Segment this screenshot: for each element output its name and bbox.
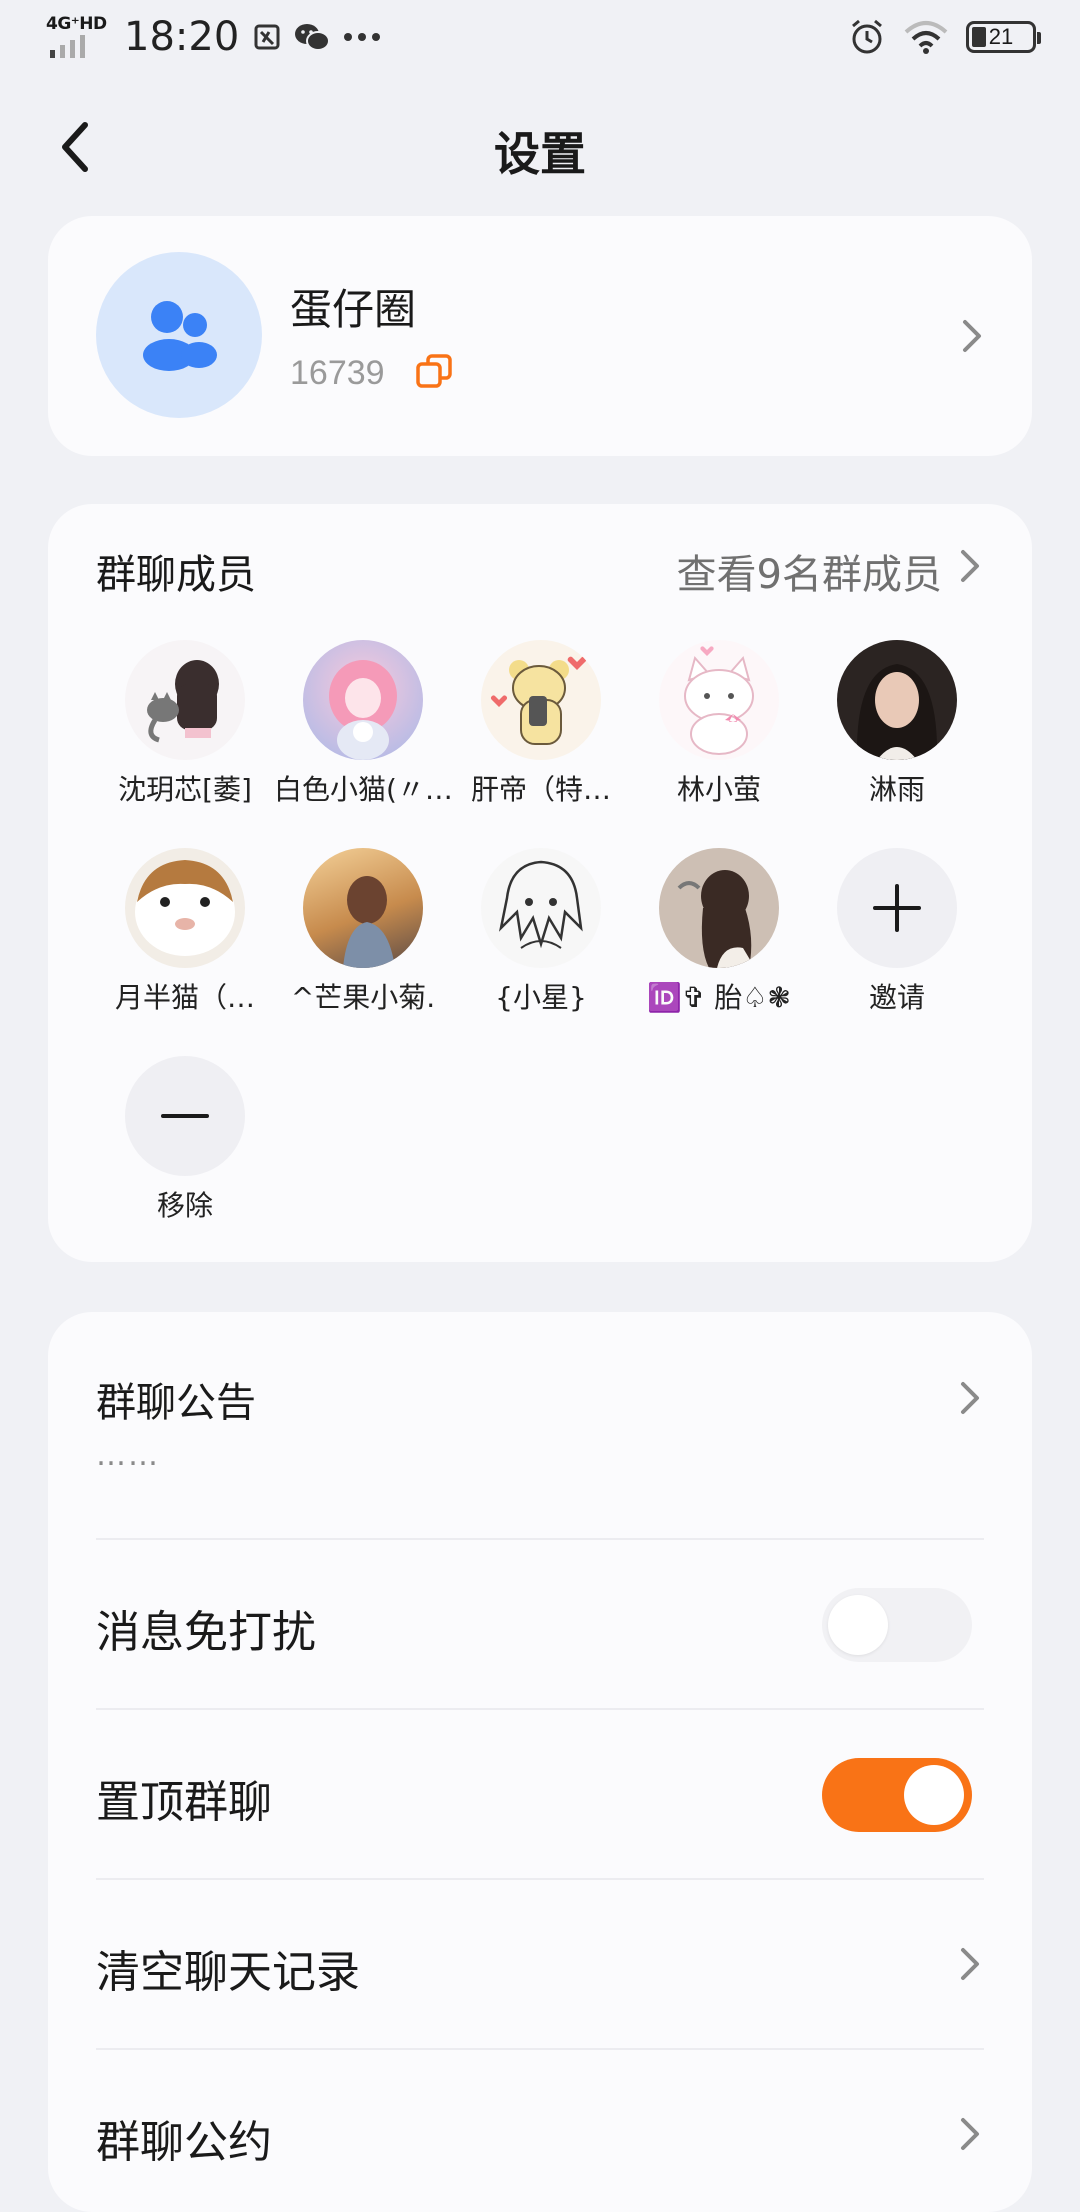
- member-name: 淋雨: [868, 773, 925, 806]
- chevron-right-icon: [963, 320, 981, 352]
- page-title: 设置: [494, 127, 586, 181]
- member-item[interactable]: 白色小猫(〃…: [274, 640, 452, 808]
- invite-button[interactable]: 邀请: [808, 848, 986, 1016]
- clock: 18:20: [124, 14, 240, 60]
- member-avatar: [659, 848, 779, 968]
- members-card: 群聊成员 查看9名群成员 沈玥芯[萎] 白色小猫(〃… 肝帝（特… 林小萤 淋雨…: [48, 504, 1032, 1262]
- chevron-right-icon[interactable]: [952, 548, 988, 584]
- group-info-card[interactable]: 蛋仔圈 16739: [48, 216, 1032, 456]
- member-name: 林小萤: [676, 773, 761, 806]
- battery-icon: 21: [966, 21, 1041, 53]
- chevron-right-icon: [961, 1382, 979, 1414]
- group-id: 16739: [290, 354, 385, 392]
- member-name: ^芒果小菊.: [290, 981, 436, 1014]
- header: 设置: [0, 100, 1080, 190]
- minus-icon: [161, 1114, 209, 1118]
- member-name: 沈玥芯[萎]: [118, 773, 252, 806]
- clear-history-label: 清空聊天记录: [96, 1947, 360, 1998]
- alarm-icon: [852, 19, 882, 54]
- member-item[interactable]: {小星}: [452, 848, 630, 1016]
- member-avatar: [303, 640, 423, 760]
- group-name: 蛋仔圈: [290, 285, 417, 334]
- chevron-right-icon: [961, 2118, 979, 2150]
- member-name: 🆔✞ 胎♤❃: [647, 981, 791, 1014]
- more-notifications-icon: [344, 33, 381, 41]
- remove-label: 移除: [156, 1189, 213, 1222]
- member-item[interactable]: 淋雨: [808, 640, 986, 808]
- member-name: 白色小猫(〃…: [274, 773, 452, 806]
- member-avatar: [481, 640, 601, 760]
- divider: [96, 2048, 984, 2050]
- clear-history-row[interactable]: 清空聊天记录: [96, 1936, 984, 2000]
- remove-button[interactable]: 移除: [96, 1056, 274, 1224]
- chevron-right-icon: [961, 1948, 979, 1980]
- member-item[interactable]: ^芒果小菊.: [274, 848, 452, 1016]
- group-rules-row[interactable]: 群聊公约: [96, 2106, 984, 2170]
- member-avatar: [837, 640, 957, 760]
- member-avatar: [125, 848, 245, 968]
- wifi-icon: [904, 21, 948, 54]
- view-all-members-link[interactable]: 查看9名群成员: [677, 542, 942, 600]
- member-avatar: [125, 640, 245, 760]
- pin-toggle[interactable]: [822, 1758, 972, 1832]
- announcement-label: 群聊公告: [96, 1380, 256, 1426]
- member-item[interactable]: 月半猫（…: [96, 848, 274, 1016]
- announcement-preview: ……: [96, 1438, 160, 1473]
- group-rules-label: 群聊公约: [96, 2117, 272, 2168]
- announcement-row[interactable]: 群聊公告 ……: [96, 1370, 984, 1473]
- invite-label: 邀请: [868, 981, 925, 1014]
- notification-app-icon: [254, 24, 280, 50]
- member-item[interactable]: 沈玥芯[萎]: [96, 640, 274, 808]
- members-title: 群聊成员: [96, 552, 256, 598]
- member-name: 月半猫（…: [114, 981, 255, 1014]
- member-item[interactable]: 🆔✞ 胎♤❃: [630, 848, 808, 1016]
- member-name: {小星}: [495, 981, 587, 1014]
- member-avatar: [481, 848, 601, 968]
- settings-card: 群聊公告 …… 消息免打扰 置顶群聊 清空聊天记录 群聊公约: [48, 1312, 1032, 2212]
- member-name: 肝帝（特…: [470, 773, 611, 806]
- group-avatar: [96, 252, 262, 418]
- group-people-icon: [143, 301, 217, 371]
- copy-icon[interactable]: [414, 352, 454, 392]
- divider: [96, 1878, 984, 1880]
- dnd-toggle[interactable]: [822, 1588, 972, 1662]
- member-avatar: [659, 640, 779, 760]
- cellular-signal-icon: 4G⁺HD: [46, 14, 112, 60]
- plus-icon: [873, 884, 921, 932]
- divider: [96, 1708, 984, 1710]
- wechat-icon: [295, 24, 331, 51]
- member-avatar: [303, 848, 423, 968]
- divider: [96, 1538, 984, 1540]
- status-bar: 4G⁺HD 18:20 21: [0, 0, 1080, 72]
- member-item[interactable]: 肝帝（特…: [452, 640, 630, 808]
- member-item[interactable]: 林小萤: [630, 640, 808, 808]
